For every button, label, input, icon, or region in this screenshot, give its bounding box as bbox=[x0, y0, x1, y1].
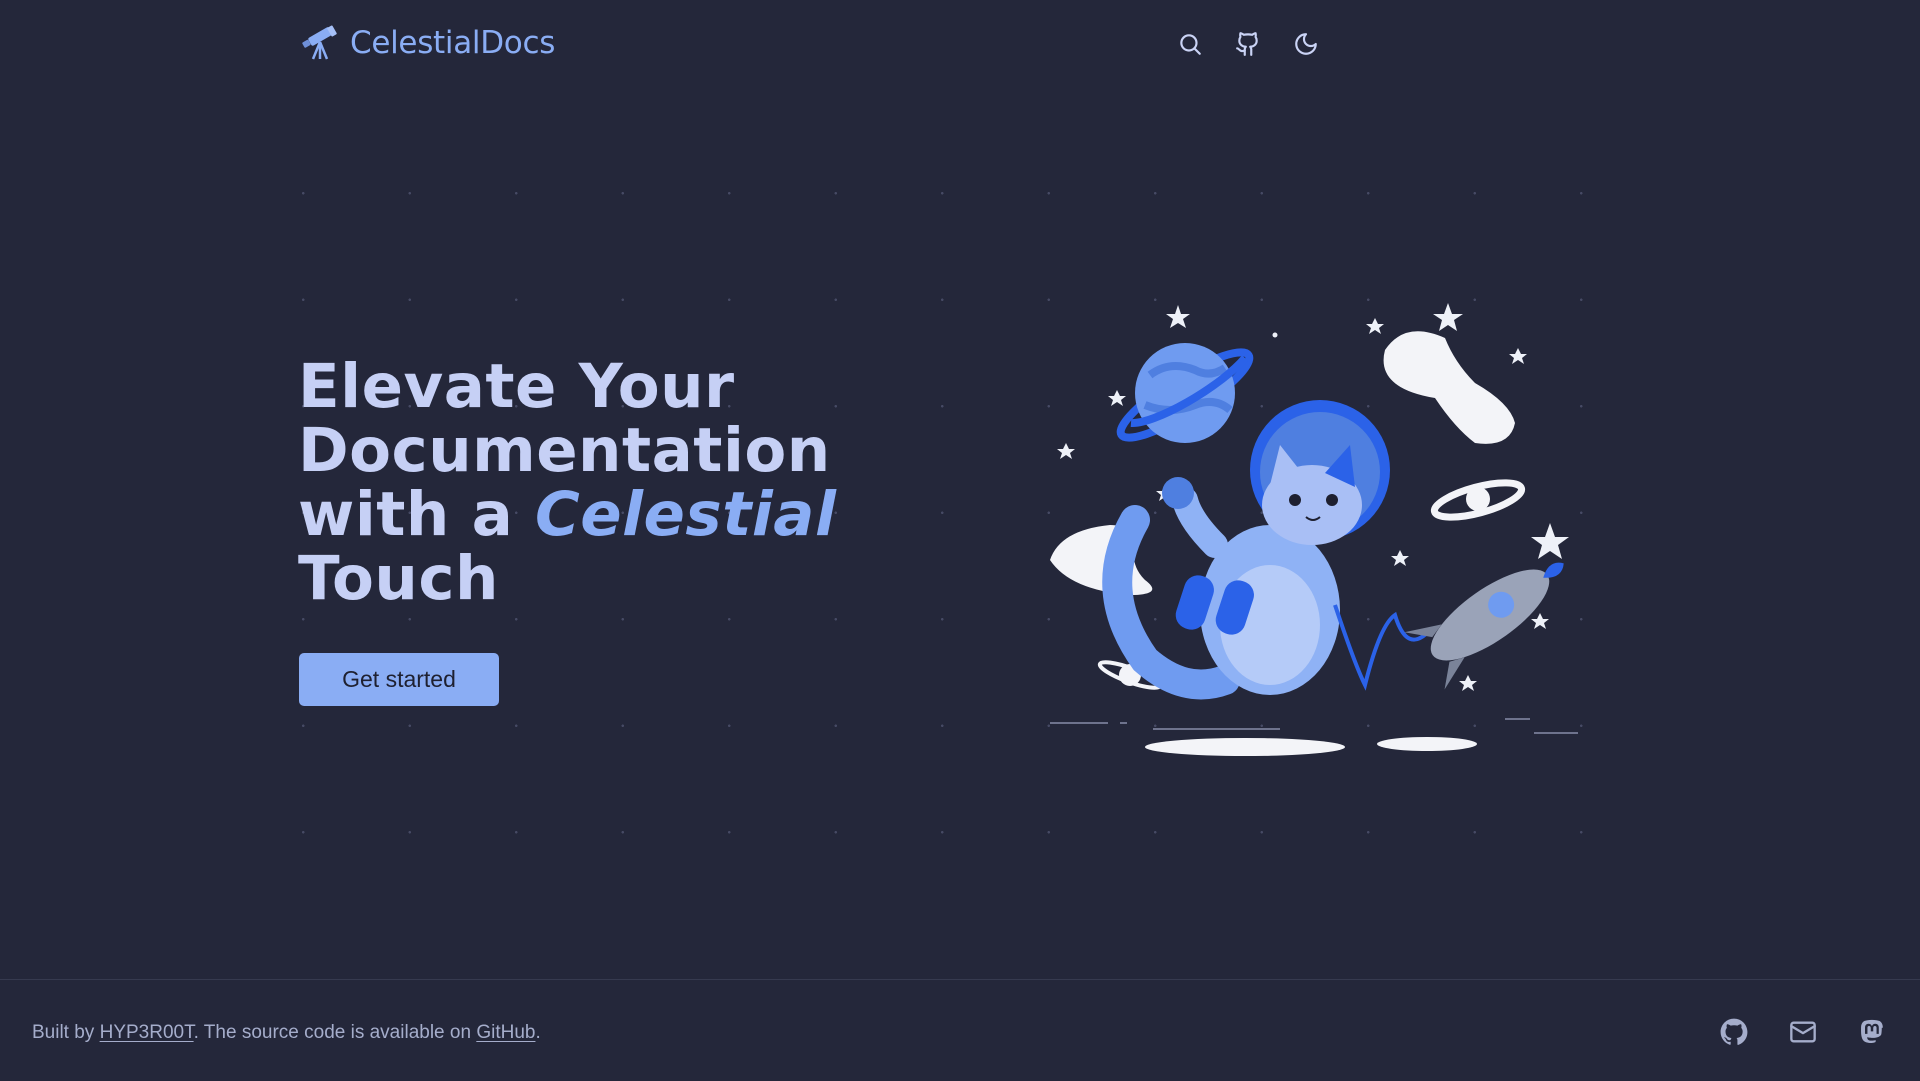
source-code-link[interactable]: GitHub bbox=[476, 1022, 535, 1043]
telescope-icon bbox=[300, 24, 338, 62]
moon-icon[interactable] bbox=[1292, 30, 1320, 58]
site-header: CelestialDocs bbox=[0, 0, 1920, 92]
footer-social bbox=[1720, 1018, 1886, 1046]
footer-credit: Built by HYP3R00T. The source code is av… bbox=[32, 1022, 541, 1044]
hero-section: Elevate Your Documentation with a Celest… bbox=[298, 355, 836, 611]
header-actions bbox=[1176, 30, 1320, 58]
site-title: CelestialDocs bbox=[350, 25, 556, 61]
github-icon[interactable] bbox=[1720, 1018, 1748, 1046]
hero-line-1: Elevate Your bbox=[298, 351, 735, 422]
author-link[interactable]: HYP3R00T bbox=[100, 1022, 194, 1043]
hero-line-3-prefix: with a bbox=[298, 479, 535, 550]
hero-line-4: Touch bbox=[298, 543, 499, 614]
hero-heading: Elevate Your Documentation with a Celest… bbox=[298, 355, 836, 611]
mail-icon[interactable] bbox=[1789, 1018, 1817, 1046]
search-icon[interactable] bbox=[1176, 30, 1204, 58]
footer-middle: . The source code is available on bbox=[193, 1022, 477, 1043]
hero-line-2: Documentation bbox=[298, 415, 831, 486]
hero-accent-word: Celestial bbox=[535, 479, 837, 550]
site-logo-link[interactable]: CelestialDocs bbox=[300, 24, 555, 62]
footer-prefix: Built by bbox=[32, 1022, 100, 1043]
site-footer: Built by HYP3R00T. The source code is av… bbox=[0, 979, 1920, 1081]
footer-suffix: . bbox=[535, 1022, 541, 1043]
get-started-button[interactable]: Get started bbox=[299, 653, 499, 706]
astronaut-cat-illustration bbox=[1040, 295, 1580, 765]
github-icon[interactable] bbox=[1234, 30, 1262, 58]
mastodon-icon[interactable] bbox=[1858, 1018, 1886, 1046]
